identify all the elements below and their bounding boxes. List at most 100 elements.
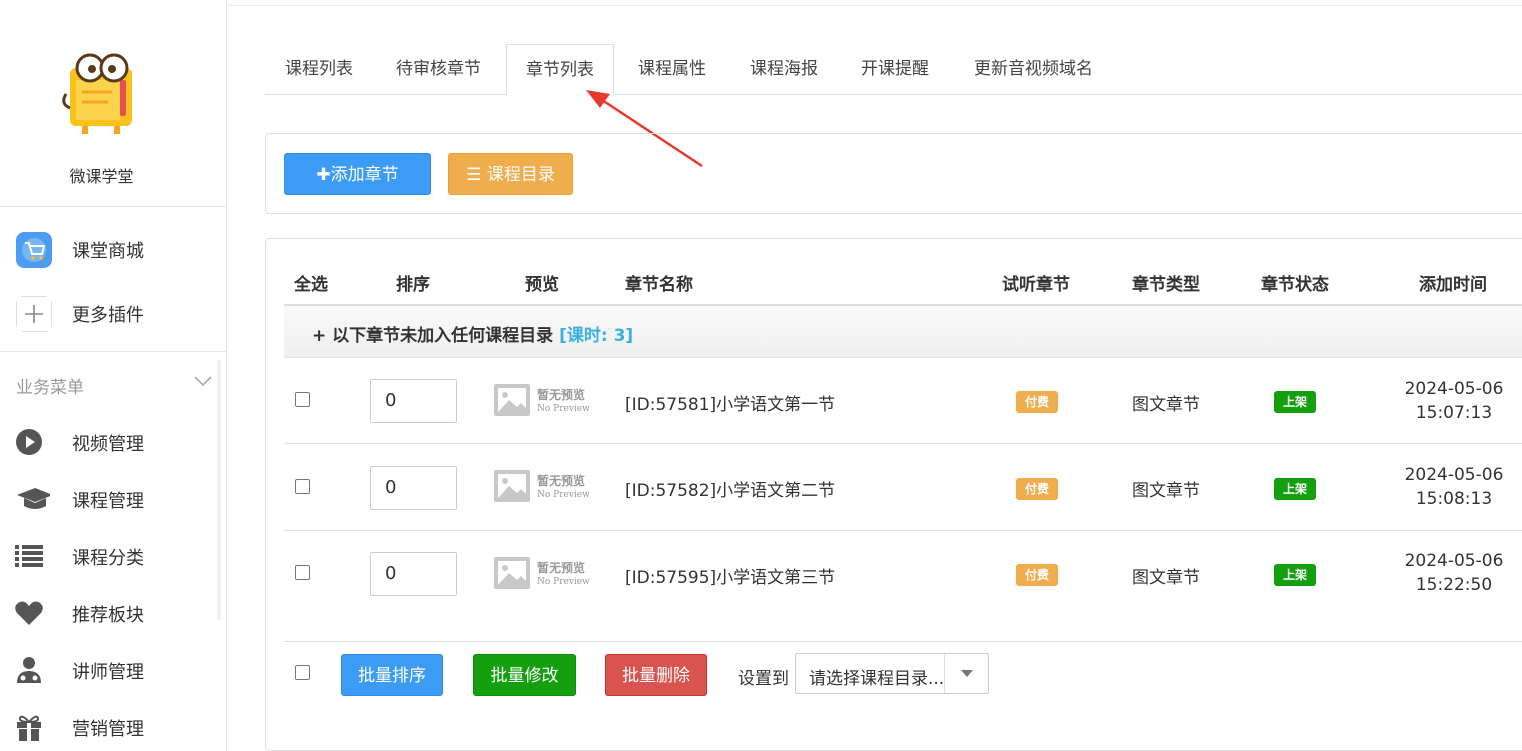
menu-item-video[interactable]: 视频管理	[0, 417, 227, 467]
add-chapter-button[interactable]: ✚添加章节	[284, 153, 431, 195]
sort-input[interactable]: 0	[370, 379, 457, 423]
chapter-name[interactable]: [ID:57582]小学语文第二节	[625, 476, 835, 501]
list-icon	[15, 545, 43, 567]
sort-input[interactable]: 0	[370, 466, 457, 510]
play-icon	[16, 429, 42, 455]
added-time: 2024-05-06 15:07:13	[1384, 377, 1522, 425]
menu-item-marketing[interactable]: 营销管理	[0, 702, 227, 751]
sidebar: 微课学堂 课堂商城 更多插件 业务菜单 视频管理 课程管理 课程分类 推荐板块 …	[0, 0, 227, 751]
tab-course-list[interactable]: 课程列表	[285, 44, 353, 95]
chapter-name[interactable]: [ID:57581]小学语文第一节	[625, 390, 835, 415]
plus-icon: ✚	[316, 165, 331, 185]
menu-item-label: 推荐板块	[72, 605, 144, 626]
added-date: 2024-05-06	[1404, 379, 1504, 399]
menu-item-recommend[interactable]: 推荐板块	[0, 588, 227, 638]
no-preview-image: 暂无预览 No Preview	[494, 557, 590, 589]
sort-input[interactable]: 0	[370, 552, 457, 596]
header-name: 章节名称	[625, 275, 693, 295]
add-chapter-label: 添加章节	[330, 165, 399, 185]
added-clock: 15:08:13	[1415, 489, 1493, 509]
header-select-all[interactable]: 全选	[294, 270, 328, 295]
no-preview-image: 暂无预览 No Preview	[494, 470, 590, 502]
header-type: 章节类型	[1132, 275, 1200, 295]
chapter-name[interactable]: [ID:57595]小学语文第三节	[625, 563, 835, 588]
tab-pending-chapters[interactable]: 待审核章节	[396, 44, 481, 95]
plugin-item-more[interactable]: 更多插件	[0, 283, 227, 343]
set-to-label: 设置到	[738, 669, 789, 689]
menu-item-category[interactable]: 课程分类	[0, 531, 227, 581]
header-trial: 试听章节	[1002, 275, 1070, 295]
tab-course-poster[interactable]: 课程海报	[750, 44, 818, 95]
menu-header[interactable]: 业务菜单	[0, 351, 227, 413]
tab-bar: 课程列表 待审核章节 章节列表 课程属性 课程海报 开课提醒 更新音视频域名	[265, 44, 1522, 95]
group-prefix: + 以下章节未加入任何课程目录	[312, 326, 554, 346]
no-preview-image: 暂无预览 No Preview	[494, 384, 590, 416]
group-row[interactable]: + 以下章节未加入任何课程目录 [课时: 3]	[284, 306, 1522, 358]
trial-badge: 付费	[1016, 478, 1058, 500]
header-sort: 排序	[396, 275, 430, 295]
tab-class-reminder[interactable]: 开课提醒	[861, 44, 929, 95]
no-preview-main: 暂无预览	[537, 560, 585, 575]
chevron-down-icon	[194, 376, 212, 387]
trial-badge: 付费	[1016, 564, 1058, 586]
no-preview-sub: No Preview	[537, 577, 590, 587]
bulk-delete-button[interactable]: 批量删除	[605, 654, 707, 696]
group-title: + 以下章节未加入任何课程目录 [课时: 3]	[312, 321, 633, 346]
menu-header-label: 业务菜单	[16, 378, 84, 398]
user-md-icon	[17, 657, 41, 683]
menu-item-label: 视频管理	[72, 434, 144, 455]
list-ol-icon: ☰	[466, 165, 482, 185]
catalog-select[interactable]: 请选择课程目录...	[795, 653, 989, 694]
catalog-select-value: 请选择课程目录...	[809, 669, 945, 689]
menu-item-teacher[interactable]: 讲师管理	[0, 645, 227, 695]
added-clock: 15:22:50	[1415, 575, 1493, 595]
tab-update-media-domain[interactable]: 更新音视频域名	[974, 44, 1093, 95]
no-preview-sub: No Preview	[537, 490, 590, 500]
row-divider	[284, 530, 1522, 531]
bulk-select-checkbox[interactable]	[295, 665, 310, 680]
top-divider	[227, 0, 1522, 6]
course-catalog-button[interactable]: ☰ 课程目录	[448, 153, 573, 195]
gift-icon	[17, 715, 41, 741]
row-checkbox[interactable]	[295, 565, 310, 580]
course-catalog-label: 课程目录	[486, 165, 555, 185]
row-divider	[284, 443, 1522, 444]
no-preview-main: 暂无预览	[537, 473, 585, 488]
added-date: 2024-05-06	[1404, 465, 1504, 485]
menu-item-label: 课程分类	[72, 548, 144, 569]
caret-down-icon	[961, 670, 973, 677]
added-clock: 15:07:13	[1415, 403, 1493, 423]
chapter-type: 图文章节	[1132, 568, 1200, 588]
header-status: 章节状态	[1261, 275, 1329, 295]
added-time: 2024-05-06 15:08:13	[1384, 463, 1522, 511]
header-preview: 预览	[525, 275, 559, 295]
no-preview-main: 暂无预览	[537, 387, 585, 402]
trial-badge: 付费	[1016, 391, 1058, 413]
app-logo	[62, 53, 132, 134]
brand-name: 微课学堂	[69, 167, 134, 186]
status-badge[interactable]: 上架	[1274, 478, 1316, 500]
menu-item-course[interactable]: 课程管理	[0, 474, 227, 524]
brand-block: 微课学堂	[0, 0, 226, 207]
heart-icon	[15, 601, 43, 625]
menu-item-label: 课程管理	[72, 491, 144, 512]
bulk-divider	[284, 641, 1522, 642]
graduation-cap-icon	[17, 488, 50, 509]
plugin-item-shop[interactable]: 课堂商城	[0, 219, 227, 279]
added-date: 2024-05-06	[1404, 551, 1504, 571]
status-badge[interactable]: 上架	[1274, 391, 1316, 413]
status-badge[interactable]: 上架	[1274, 564, 1316, 586]
plus-icon	[16, 296, 52, 332]
bulk-sort-button[interactable]: 批量排序	[341, 654, 443, 696]
header-added-time: 添加时间	[1419, 275, 1487, 295]
menu-item-label: 讲师管理	[72, 662, 144, 683]
no-preview-sub: No Preview	[537, 404, 590, 414]
row-checkbox[interactable]	[295, 479, 310, 494]
cart-icon	[16, 232, 52, 268]
menu-item-label: 营销管理	[72, 719, 144, 740]
bulk-edit-button[interactable]: 批量修改	[473, 654, 576, 696]
group-hours: [课时: 3]	[559, 326, 634, 346]
row-checkbox[interactable]	[295, 392, 310, 407]
plugin-label: 课堂商城	[72, 241, 144, 262]
chapter-type: 图文章节	[1132, 481, 1200, 501]
